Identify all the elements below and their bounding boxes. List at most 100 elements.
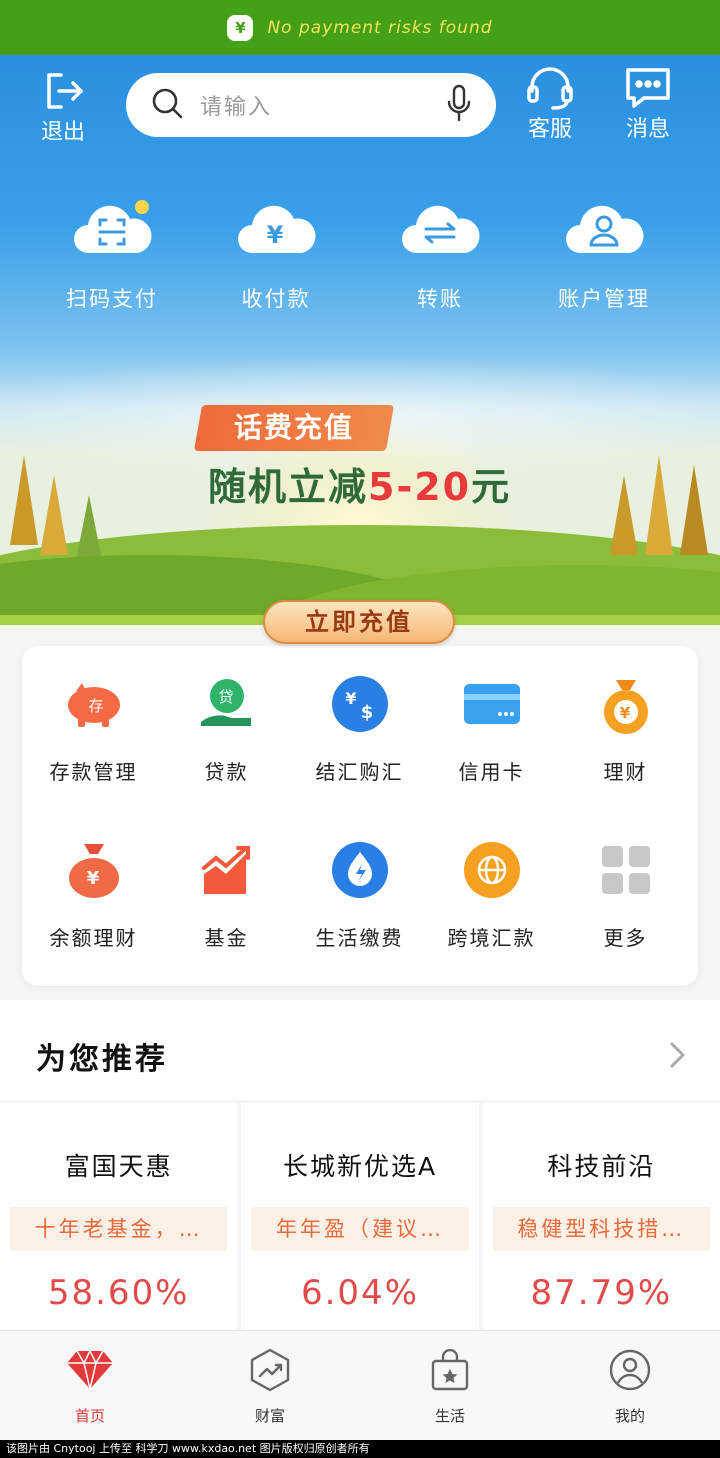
nav-mine[interactable]: 我的: [540, 1331, 720, 1440]
logout-button[interactable]: 退出: [23, 68, 103, 146]
svg-text:¥: ¥: [86, 868, 101, 889]
service-fund[interactable]: 基金: [159, 840, 294, 951]
product-rate: 58.60%: [47, 1273, 190, 1313]
service-utilities[interactable]: 生活缴费: [292, 840, 427, 951]
service-label: 生活缴费: [315, 926, 404, 950]
recommend-card[interactable]: 富国天惠 十年老基金，… 58.60%: [0, 1103, 238, 1343]
currency-exchange-icon: ¥ $: [330, 674, 390, 734]
service-label: 基金: [204, 926, 249, 950]
chevron-right-icon[interactable]: [662, 1040, 692, 1070]
messages-button[interactable]: 消息: [608, 65, 688, 143]
shield-yen-icon: ¥: [227, 14, 254, 41]
microphone-icon[interactable]: [446, 84, 472, 126]
hero-tree: [75, 495, 103, 565]
svg-text:¥: ¥: [345, 689, 358, 708]
product-tag: 十年老基金，…: [10, 1207, 228, 1251]
service-credit-card[interactable]: 信用卡: [424, 674, 559, 785]
service-forex[interactable]: ¥ $ 结汇购汇: [292, 674, 427, 785]
wealth-icon: [245, 1347, 295, 1393]
nav-label: 我的: [614, 1407, 645, 1425]
hero-tree: [40, 475, 68, 555]
promo-suffix: 元: [471, 465, 512, 509]
search-icon: [150, 86, 184, 124]
recommend-card[interactable]: 科技前沿 稳健型科技措… 87.79%: [482, 1103, 720, 1343]
promo-tag-text: 话费充值: [233, 411, 354, 444]
nav-label: 财富: [254, 1407, 285, 1425]
quick-action-receive-pay[interactable]: ¥ 收付款: [194, 195, 358, 313]
quick-action-account-management[interactable]: 账户管理: [522, 195, 686, 313]
svg-text:¥: ¥: [267, 221, 286, 249]
service-label: 更多: [603, 926, 648, 950]
svg-text:存: 存: [88, 697, 105, 715]
user-icon: [562, 195, 646, 257]
product-name: 富国天惠: [64, 1152, 173, 1181]
product-rate: 87.79%: [530, 1273, 673, 1313]
scan-icon: [70, 195, 154, 257]
customer-service-button[interactable]: 客服: [510, 65, 590, 143]
profile-icon: [605, 1347, 655, 1393]
transfer-icon: [398, 195, 482, 257]
recommend-list: 富国天惠 十年老基金，… 58.60% 长城新优选A 年年盈（建议… 6.04%…: [0, 1103, 720, 1343]
promo-highlight: 5-20: [368, 465, 472, 509]
product-rate: 6.04%: [300, 1273, 419, 1313]
balance-bag-icon: ¥: [64, 840, 124, 900]
security-status-text: No payment risks found: [267, 17, 493, 38]
globe-icon: [462, 840, 522, 900]
service-label: 贷款: [204, 760, 249, 784]
service-label: 信用卡: [458, 760, 525, 784]
recommend-title: 为您推荐: [36, 1042, 168, 1077]
quick-action-label: 转账: [417, 287, 463, 311]
money-bag-icon: ¥: [596, 674, 656, 734]
logout-label: 退出: [40, 120, 85, 145]
headset-icon: [510, 65, 590, 111]
services-card: 存 存款管理 贷 贷款 ¥ $ 结汇购汇 信用卡 ¥ 理财 ¥ 余额理财 基金 …: [22, 646, 698, 986]
hero-tree: [680, 465, 708, 555]
product-tag: 年年盈（建议…: [251, 1207, 469, 1251]
nav-home[interactable]: 首页: [0, 1331, 180, 1440]
hero-tree: [10, 455, 38, 545]
nav-label: 首页: [74, 1407, 105, 1425]
logout-icon: [23, 68, 103, 114]
hero-tree: [645, 455, 673, 555]
loan-icon: 贷: [197, 674, 257, 734]
fund-chart-icon: [197, 840, 257, 900]
nav-wealth[interactable]: 财富: [180, 1331, 360, 1440]
hero-tree: [610, 475, 638, 555]
service-wealth[interactable]: ¥ 理财: [558, 674, 693, 785]
message-icon: [608, 65, 688, 111]
quick-action-label: 账户管理: [558, 287, 650, 311]
service-balance-wealth[interactable]: ¥ 余额理财: [26, 840, 161, 951]
service-label: 结汇购汇: [315, 760, 404, 784]
nav-life[interactable]: 生活: [360, 1331, 540, 1440]
service-more[interactable]: 更多: [558, 840, 693, 951]
credit-card-icon: [462, 674, 522, 734]
security-banner: ¥ No payment risks found: [0, 0, 720, 55]
product-name: 长城新优选A: [282, 1152, 438, 1181]
svg-text:$: $: [360, 702, 375, 723]
search-bar[interactable]: 请输入: [126, 73, 496, 137]
watermark-footer: 该图片由 Cnytooj 上传至 科学刀 www.kxdao.net 图片版权归…: [0, 1440, 720, 1458]
service-deposit[interactable]: 存 存款管理: [26, 674, 161, 785]
service-loan[interactable]: 贷 贷款: [159, 674, 294, 785]
recommend-card[interactable]: 长城新优选A 年年盈（建议… 6.04%: [241, 1103, 479, 1343]
service-cross-border-remittance[interactable]: 跨境汇款: [424, 840, 559, 951]
grid-icon: [596, 840, 656, 900]
product-name: 科技前沿: [547, 1152, 656, 1181]
customer-service-label: 客服: [527, 117, 572, 142]
service-label: 跨境汇款: [447, 926, 536, 950]
quick-action-transfer[interactable]: 转账: [358, 195, 522, 313]
yen-icon: ¥: [234, 195, 318, 257]
quick-action-scan-pay[interactable]: 扫码支付: [30, 195, 194, 313]
messages-label: 消息: [625, 117, 670, 142]
svg-text:贷: 贷: [218, 688, 235, 706]
promo-prefix: 随机立减: [208, 465, 369, 509]
product-tag: 稳健型科技措…: [492, 1207, 710, 1251]
nav-label: 生活: [434, 1407, 465, 1425]
quick-action-label: 扫码支付: [66, 287, 158, 311]
diamond-icon: [65, 1347, 115, 1393]
piggy-bank-icon: 存: [64, 674, 124, 734]
promo-tag: 话费充值: [193, 405, 395, 451]
quick-action-label: 收付款: [241, 287, 311, 311]
search-input[interactable]: 请输入: [200, 89, 446, 121]
recharge-now-button[interactable]: 立即充值: [263, 600, 455, 644]
